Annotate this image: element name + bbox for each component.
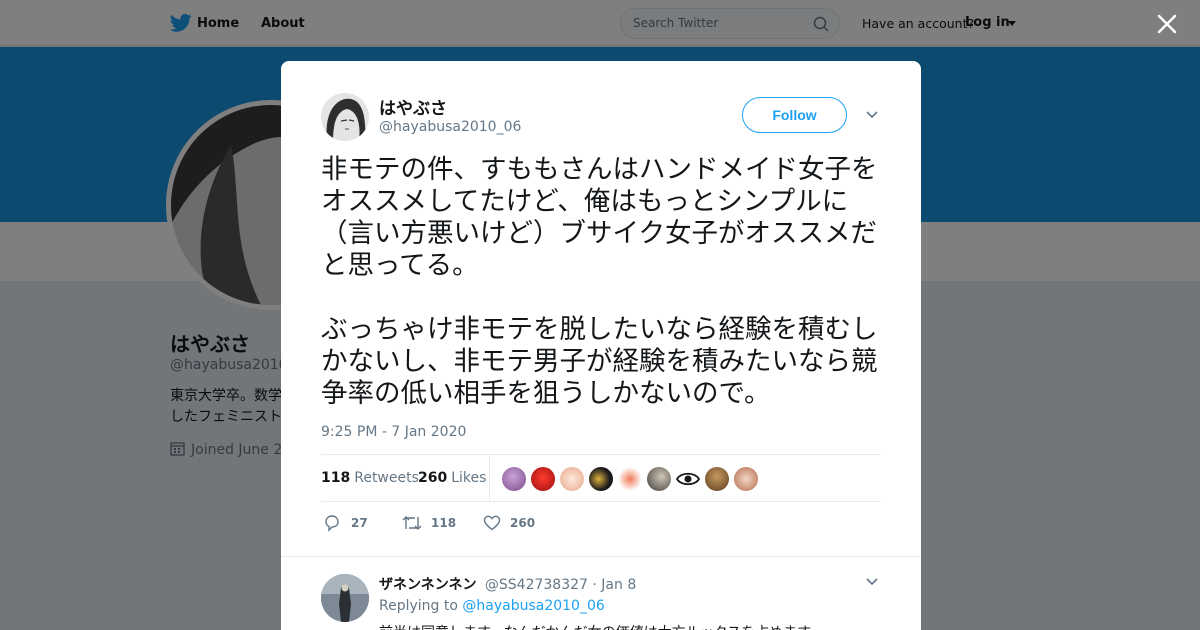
retweets-stat[interactable]: 118 Retweets — [321, 470, 419, 486]
liker-avatar[interactable] — [734, 467, 758, 491]
tweet-stats: 118 Retweets 260 Likes — [321, 454, 881, 502]
avatar-illustration — [321, 93, 369, 141]
reply-author-name[interactable]: ザネンネンネン — [379, 577, 476, 593]
reply-header: ザネンネンネン @SS42738327 · Jan 8 — [379, 574, 636, 594]
chevron-down-icon[interactable] — [865, 110, 879, 120]
reply-date[interactable]: · Jan 8 — [592, 577, 636, 593]
tweet-actions: 27 118 260 — [321, 512, 881, 536]
liker-avatar[interactable] — [705, 467, 729, 491]
author-handle[interactable]: @hayabusa2010_06 — [379, 119, 521, 135]
likes-count: 260 — [418, 470, 448, 486]
reply-text: 前半は同意します。なんだかんだ女の価値は大方ルックスを占めます — [379, 622, 811, 630]
tweet-timestamp[interactable]: 9:25 PM - 7 Jan 2020 — [321, 424, 466, 440]
retweets-count: 118 — [321, 470, 351, 486]
chevron-down-icon[interactable] — [865, 577, 879, 587]
liker-avatar[interactable] — [560, 467, 584, 491]
retweets-label: Retweets — [354, 470, 419, 486]
likes-stat[interactable]: 260 Likes — [418, 470, 486, 486]
liker-avatar[interactable] — [589, 467, 613, 491]
reply-count: 27 — [351, 516, 368, 530]
replying-to-link[interactable]: @hayabusa2010_06 — [462, 598, 604, 614]
like-count: 260 — [510, 516, 536, 530]
stats-divider — [489, 455, 490, 501]
author-name[interactable]: はやぶさ — [379, 94, 447, 119]
retweet-count: 118 — [431, 516, 457, 530]
reply-author-handle[interactable]: @SS42738327 — [485, 577, 588, 593]
close-icon[interactable] — [1155, 12, 1179, 36]
tweet-modal: はやぶさ @hayabusa2010_06 Follow 非モテの件、すももさん… — [281, 61, 921, 630]
liker-avatar[interactable] — [531, 467, 555, 491]
avatar[interactable] — [321, 574, 369, 622]
follow-button[interactable]: Follow — [742, 97, 847, 133]
eye-icon[interactable] — [676, 467, 700, 491]
liker-avatar[interactable] — [618, 467, 642, 491]
liker-avatar[interactable] — [502, 467, 526, 491]
retweet-icon — [402, 516, 422, 530]
avatar-illustration — [321, 574, 369, 622]
heart-icon — [483, 515, 501, 531]
tweet-text: 非モテの件、すももさんはハンドメイド女子をオススメしてたけど、俺はもっとシンプル… — [321, 154, 878, 409]
avatar[interactable] — [321, 93, 369, 141]
replying-to-label: Replying to — [379, 598, 458, 614]
reply-icon — [325, 515, 339, 532]
likes-label: Likes — [451, 470, 487, 486]
replying-to: Replying to @hayabusa2010_06 — [379, 598, 605, 614]
liker-avatar[interactable] — [647, 467, 671, 491]
reply-divider — [281, 556, 921, 557]
